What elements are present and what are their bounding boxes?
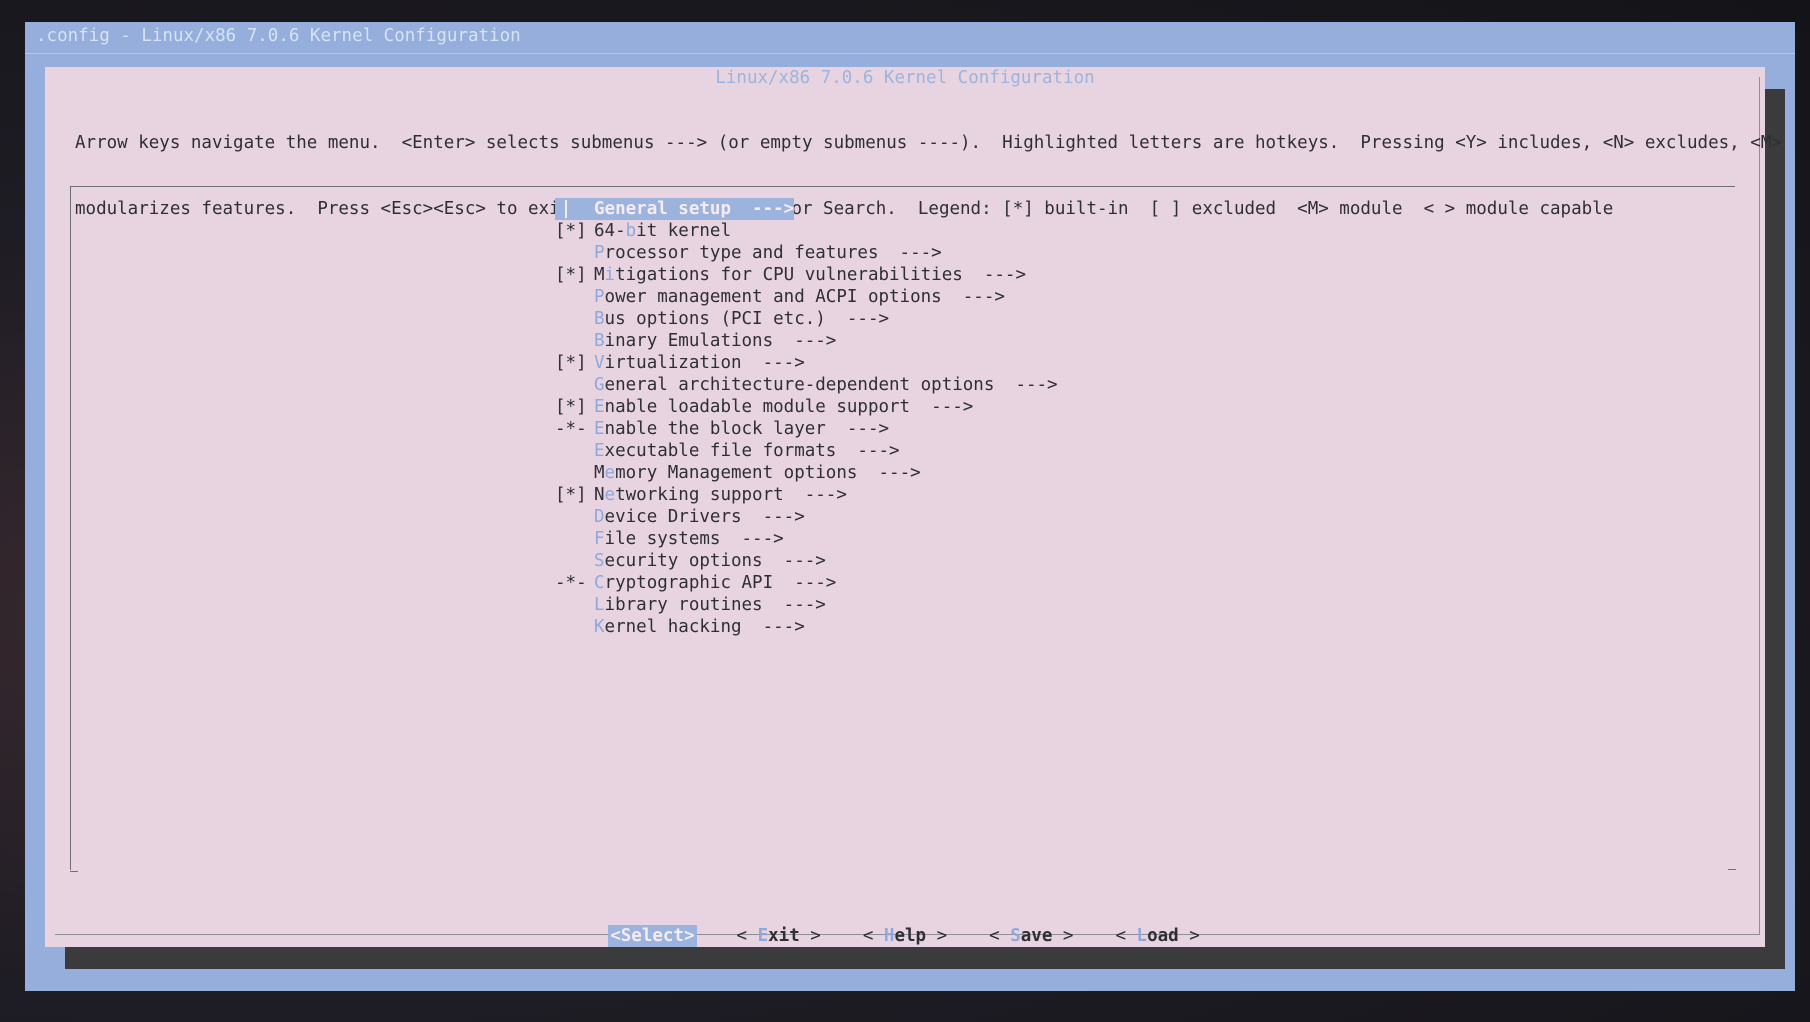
menu-item-hotkey: B xyxy=(594,331,605,351)
menu-item-label: Binary Emulations ---> xyxy=(594,331,837,351)
menu-item-label: Executable file formats ---> xyxy=(594,441,900,461)
menu-item[interactable]: Kernel hacking ---> xyxy=(555,616,1058,638)
menu-item[interactable]: [*] 64-bit kernel xyxy=(555,220,1058,242)
menu-item[interactable]: -*- Cryptographic API ---> xyxy=(555,572,1058,594)
menu-item-hotkey: E xyxy=(594,419,605,439)
menuconfig-dialog: Linux/x86 7.0.6 Kernel Configuration Arr… xyxy=(45,67,1782,947)
menu-item-mark: [*] xyxy=(555,485,587,505)
menu-item-label: Memory Management options ---> xyxy=(594,463,921,483)
menu-item-mark xyxy=(555,550,594,572)
menu-item-label: General setup ---> xyxy=(594,198,795,220)
menu-item-mark xyxy=(555,242,594,264)
menu-item-mark: [*] xyxy=(555,221,587,241)
menu-item-label: Virtualization ---> xyxy=(594,353,805,373)
menu-item[interactable]: Bus options (PCI etc.) ---> xyxy=(555,308,1058,330)
menu-item[interactable]: [*] Networking support ---> xyxy=(555,484,1058,506)
menu-item-hotkey: i xyxy=(604,265,616,285)
menu-item-mark xyxy=(555,198,594,220)
menu-item-mark: [*] xyxy=(555,397,587,417)
menu-item-label: Library routines ---> xyxy=(594,595,826,615)
exit-hotkey: E xyxy=(757,926,769,946)
menu-item-hotkey: S xyxy=(594,551,605,571)
menu-item-mark xyxy=(555,374,594,396)
terminal-screen: .config - Linux/x86 7.0.6 Kernel Configu… xyxy=(25,22,1795,991)
menu-item-mark xyxy=(555,462,594,484)
menu-item-hotkey: P xyxy=(594,287,605,307)
menu-list: General setup ---> [*] 64-bit kernel Proces… xyxy=(555,198,1058,638)
menu-item-label: Security options ---> xyxy=(594,551,826,571)
menu-item-hotkey: D xyxy=(594,507,605,527)
menu-item-hotkey: b xyxy=(625,221,637,241)
help-button[interactable]: < Help > xyxy=(861,925,949,947)
select-button[interactable]: <Select> xyxy=(608,925,697,947)
menu-item-label: Kernel hacking ---> xyxy=(594,617,805,637)
menu-item-label: Networking support ---> xyxy=(594,485,847,505)
menu-item-label: 64-bit kernel xyxy=(594,221,731,241)
menu-item-hotkey: V xyxy=(594,353,605,373)
menu-item-mark xyxy=(555,594,594,616)
menu-item-mark: [*] xyxy=(555,265,587,285)
menu-item[interactable]: [*] Enable loadable module support ---> xyxy=(555,396,1058,418)
load-hotkey: L xyxy=(1136,926,1148,946)
menu-item-hotkey: B xyxy=(594,309,605,329)
menu-item-mark xyxy=(555,308,594,330)
menu-item-mark xyxy=(555,330,594,352)
menu-item-label: Enable the block layer ---> xyxy=(594,419,890,439)
exit-button[interactable]: < Exit > xyxy=(735,925,823,947)
backtitle: .config - Linux/x86 7.0.6 Kernel Configu… xyxy=(36,26,521,46)
menu-item[interactable]: Memory Management options ---> xyxy=(555,462,1058,484)
menu-item-label: File systems ---> xyxy=(594,529,784,549)
menu-item[interactable]: [*] Virtualization ---> xyxy=(555,352,1058,374)
menu-item-hotkey: G xyxy=(594,199,605,219)
menu-item-mark: -*- xyxy=(555,573,587,593)
cursor-bar-icon xyxy=(565,200,567,218)
menu-item-label: Mitigations for CPU vulnerabilities ---> xyxy=(594,265,1026,285)
menu-item-mark xyxy=(555,528,594,550)
menu-item-label: Enable loadable module support ---> xyxy=(594,397,974,417)
menu-item[interactable]: General setup ---> xyxy=(555,198,1058,220)
menu-item-mark: [*] xyxy=(555,353,587,373)
button-bar: <Select> < Exit > < Help > < Save > < Lo… xyxy=(45,925,1765,947)
menu-item[interactable]: Processor type and features ---> xyxy=(555,242,1058,264)
menu-item[interactable]: Device Drivers ---> xyxy=(555,506,1058,528)
menu-item-label: Bus options (PCI etc.) ---> xyxy=(594,309,890,329)
menu-item[interactable]: Power management and ACPI options ---> xyxy=(555,286,1058,308)
save-button[interactable]: < Save > xyxy=(987,925,1075,947)
instructions-line: Arrow keys navigate the menu. <Enter> se… xyxy=(75,133,1782,153)
menu-item-label: General architecture-dependent options -… xyxy=(594,375,1058,395)
menu-item-mark xyxy=(555,506,594,528)
menu-item-mark xyxy=(555,616,594,638)
menu-item[interactable]: -*- Enable the block layer ---> xyxy=(555,418,1058,440)
menu-item[interactable]: Security options ---> xyxy=(555,550,1058,572)
menu-item-label: Device Drivers ---> xyxy=(594,507,805,527)
menu-item[interactable]: [*] Mitigations for CPU vulnerabilities -… xyxy=(555,264,1058,286)
menu-item-mark xyxy=(555,286,594,308)
menu-item-mark xyxy=(555,440,594,462)
menu-item-hotkey: C xyxy=(594,573,605,593)
help-hotkey: H xyxy=(883,926,895,946)
menu-item-mark: -*- xyxy=(555,419,587,439)
menu-box: General setup ---> [*] 64-bit kernel Proces… xyxy=(70,186,1736,872)
menu-item-hotkey: e xyxy=(604,463,616,483)
menu-item-label: Cryptographic API ---> xyxy=(594,573,837,593)
menu-item-hotkey: F xyxy=(594,529,605,549)
menu-item-hotkey: e xyxy=(604,485,616,505)
menu-item-hotkey: G xyxy=(594,375,605,395)
menu-item-hotkey: L xyxy=(594,595,605,615)
menu-item-hotkey: P xyxy=(594,243,605,263)
menu-item-hotkey: E xyxy=(594,441,605,461)
menu-item-label: Processor type and features ---> xyxy=(594,243,942,263)
save-hotkey: S xyxy=(1010,926,1021,946)
menu-item-label: Power management and ACPI options ---> xyxy=(594,287,1005,307)
menu-item[interactable]: Binary Emulations ---> xyxy=(555,330,1058,352)
menu-item-hotkey: K xyxy=(594,617,605,637)
menu-item[interactable]: Executable file formats ---> xyxy=(555,440,1058,462)
menu-item[interactable]: Library routines ---> xyxy=(555,594,1058,616)
backtitle-divider xyxy=(25,53,1795,54)
menu-item[interactable]: General architecture-dependent options -… xyxy=(555,374,1058,396)
load-button[interactable]: < Load > xyxy=(1113,925,1201,947)
menu-item-hotkey: E xyxy=(594,397,605,417)
dialog-title: Linux/x86 7.0.6 Kernel Configuration xyxy=(715,68,1095,88)
menu-item[interactable]: File systems ---> xyxy=(555,528,1058,550)
